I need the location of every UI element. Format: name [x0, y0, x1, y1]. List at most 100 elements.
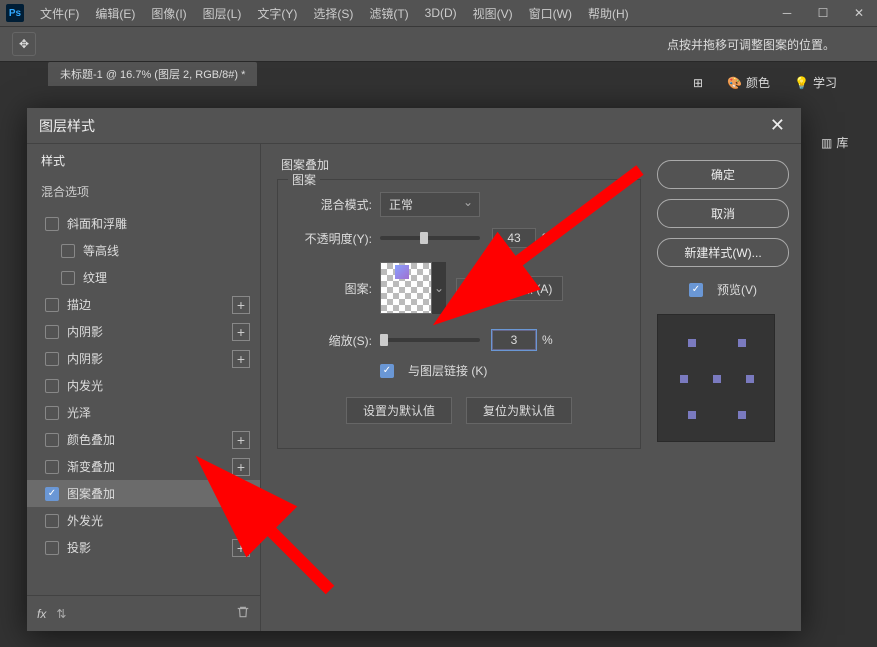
close-icon[interactable]: ✕ [766, 115, 789, 136]
style-item-11[interactable]: 外发光 [27, 507, 260, 534]
styles-header: 样式 [27, 144, 260, 177]
ok-button[interactable]: 确定 [657, 160, 789, 189]
style-item-1[interactable]: 等高线 [27, 237, 260, 264]
library-panel-button[interactable]: ▥ 库 [815, 128, 875, 157]
section-title: 图案叠加 [277, 156, 641, 173]
style-checkbox[interactable] [45, 541, 59, 555]
style-checkbox[interactable] [61, 244, 75, 258]
style-item-10[interactable]: 图案叠加 [27, 480, 260, 507]
style-checkbox[interactable] [45, 433, 59, 447]
move-tool-icon[interactable]: ✥ [12, 32, 36, 56]
opacity-slider[interactable] [380, 236, 480, 240]
style-label: 渐变叠加 [67, 458, 226, 475]
style-item-2[interactable]: 纹理 [27, 264, 260, 291]
style-checkbox[interactable] [45, 352, 59, 366]
add-effect-icon[interactable]: + [232, 458, 250, 476]
fx-menu[interactable]: fx [37, 607, 46, 621]
app-logo: Ps [6, 4, 24, 22]
menu-edit[interactable]: 编辑(E) [87, 5, 143, 22]
preview-box [657, 314, 775, 442]
style-checkbox[interactable] [45, 298, 59, 312]
library-panel-label: 库 [836, 134, 848, 151]
scale-slider[interactable] [380, 338, 480, 342]
pattern-group: 图案 混合模式: 正常 不透明度(Y): 43 % 图案: ⌄ ↵ 紧原点 (A [277, 179, 641, 449]
trash-icon[interactable] [236, 605, 250, 622]
style-item-7[interactable]: 光泽 [27, 399, 260, 426]
reset-default-button[interactable]: 复位为默认值 [466, 397, 572, 424]
preview-checkbox[interactable] [689, 283, 703, 297]
style-label: 纹理 [83, 269, 250, 286]
opacity-label: 不透明度(Y): [292, 230, 372, 247]
style-item-4[interactable]: 内阴影+ [27, 318, 260, 345]
dialog-titlebar[interactable]: 图层样式 ✕ [27, 108, 801, 144]
pattern-label: 图案: [292, 280, 372, 297]
style-item-9[interactable]: 渐变叠加 + [27, 453, 260, 480]
style-label: 内发光 [67, 377, 250, 394]
actions-column: 确定 取消 新建样式(W)... 预览(V) [657, 144, 801, 631]
add-effect-icon[interactable]: + [232, 296, 250, 314]
style-item-3[interactable]: 描边 + [27, 291, 260, 318]
learn-panel-button[interactable]: 💡 学习 [786, 70, 845, 95]
snap-origin-button[interactable]: 紧原点 (A) [486, 276, 563, 301]
menu-3d[interactable]: 3D(D) [417, 6, 465, 20]
blend-mode-select[interactable]: 正常 [380, 192, 480, 217]
add-effect-icon[interactable]: + [232, 323, 250, 341]
menubar: Ps 文件(F) 编辑(E) 图像(I) 图层(L) 文字(Y) 选择(S) 滤… [0, 0, 877, 26]
style-label: 投影 [67, 539, 226, 556]
styles-footer: fx ⇅ [27, 595, 260, 631]
style-item-5[interactable]: 内阴影+ [27, 345, 260, 372]
window-maximize[interactable]: ☐ [805, 0, 841, 26]
make-default-button[interactable]: 设置为默认值 [346, 397, 452, 424]
blend-mode-label: 混合模式: [292, 196, 372, 213]
opacity-input[interactable]: 43 [492, 228, 536, 248]
style-label: 斜面和浮雕 [67, 215, 250, 232]
menu-help[interactable]: 帮助(H) [580, 5, 637, 22]
settings-column: 图案叠加 图案 混合模式: 正常 不透明度(Y): 43 % 图案: ⌄ [261, 144, 657, 631]
style-checkbox[interactable] [45, 406, 59, 420]
style-item-0[interactable]: 斜面和浮雕 [27, 210, 260, 237]
window-close[interactable]: ✕ [841, 0, 877, 26]
style-item-8[interactable]: 颜色叠加 + [27, 426, 260, 453]
style-list: 斜面和浮雕等高线纹理描边+内阴影+内阴影+内发光光泽颜色叠加+渐变叠加+图案叠加… [27, 210, 260, 595]
style-label: 颜色叠加 [67, 431, 226, 448]
style-item-12[interactable]: 投影 + [27, 534, 260, 561]
add-effect-icon[interactable]: + [232, 350, 250, 368]
new-style-button[interactable]: 新建样式(W)... [657, 238, 789, 267]
cancel-button[interactable]: 取消 [657, 199, 789, 228]
arrow-up-down-icon[interactable]: ⇅ [56, 607, 66, 621]
snap-icon[interactable]: ↵ [456, 278, 476, 298]
style-checkbox[interactable] [61, 271, 75, 285]
menu-type[interactable]: 文字(Y) [249, 5, 305, 22]
add-effect-icon[interactable]: + [232, 431, 250, 449]
style-checkbox[interactable] [45, 460, 59, 474]
style-label: 光泽 [67, 404, 250, 421]
scale-input[interactable]: 3 [492, 330, 536, 350]
menu-select[interactable]: 选择(S) [305, 5, 361, 22]
add-effect-icon[interactable]: + [232, 539, 250, 557]
style-label: 等高线 [83, 242, 250, 259]
blending-options[interactable]: 混合选项 [27, 177, 260, 210]
window-minimize[interactable]: ─ [769, 0, 805, 26]
document-tab[interactable]: 未标题-1 @ 16.7% (图层 2, RGB/8#) * [48, 62, 257, 86]
preview-label: 预览(V) [717, 281, 757, 298]
style-checkbox[interactable] [45, 379, 59, 393]
pattern-swatch[interactable] [380, 262, 432, 314]
menu-window[interactable]: 窗口(W) [521, 5, 580, 22]
style-item-6[interactable]: 内发光 [27, 372, 260, 399]
layer-style-dialog: 图层样式 ✕ 样式 混合选项 斜面和浮雕等高线纹理描边+内阴影+内阴影+内发光光… [27, 108, 801, 631]
style-checkbox[interactable] [45, 487, 59, 501]
menu-layer[interactable]: 图层(L) [195, 5, 250, 22]
style-checkbox[interactable] [45, 325, 59, 339]
style-checkbox[interactable] [45, 217, 59, 231]
opacity-unit: % [542, 231, 553, 245]
menu-view[interactable]: 视图(V) [465, 5, 521, 22]
color-panel-button[interactable]: 🎨 颜色 [719, 70, 778, 95]
menu-file[interactable]: 文件(F) [32, 5, 87, 22]
style-label: 描边 [67, 296, 226, 313]
adjustments-icon[interactable]: ⊞ [685, 72, 711, 94]
pattern-dropdown-icon[interactable]: ⌄ [432, 262, 446, 314]
menu-image[interactable]: 图像(I) [143, 5, 194, 22]
link-layer-checkbox[interactable] [380, 364, 394, 378]
menu-filter[interactable]: 滤镜(T) [361, 5, 416, 22]
style-checkbox[interactable] [45, 514, 59, 528]
